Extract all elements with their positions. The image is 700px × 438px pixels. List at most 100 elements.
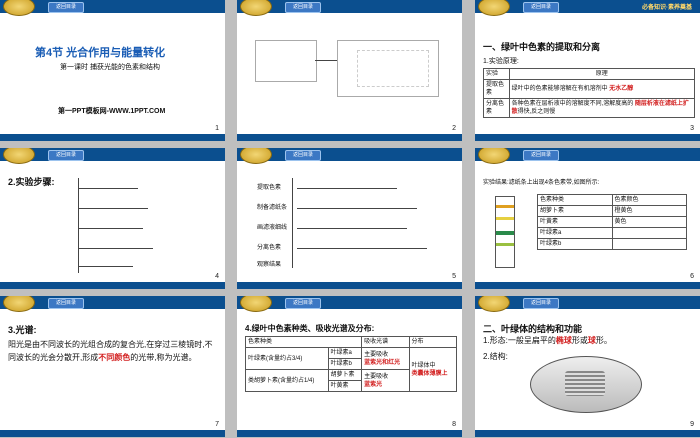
slide-heading: 一、绿叶中色素的提取和分离 <box>483 42 601 52</box>
table-header: 吸收光谱 <box>361 336 410 348</box>
detail-line <box>297 248 427 249</box>
slide-footer-text: 第一PPT模板网-WWW.1PPT.COM <box>58 108 166 115</box>
return-button[interactable]: 返回目录 <box>523 2 559 13</box>
morphology-line: 1.形态:一般呈扁平的椭球形或球形。 <box>483 336 612 345</box>
table-cell: 主要吸收 蓝紫光 <box>361 369 410 392</box>
step-tree-branch <box>78 266 133 267</box>
table-cell: 叶绿素b <box>327 358 363 370</box>
return-button[interactable]: 返回目录 <box>523 298 559 309</box>
logo-icon <box>3 296 35 312</box>
slide-heading: 3.光谱: <box>8 325 37 335</box>
slide-number: 7 <box>215 421 219 428</box>
logo-icon <box>240 296 272 312</box>
thylakoid-stack <box>565 371 605 396</box>
slide-footer-bar <box>0 430 225 437</box>
answer-text: 椭球 <box>555 336 572 345</box>
table-cell: 叶绿素a <box>327 347 363 359</box>
filter-paper-strip <box>495 196 515 268</box>
step-label: 观察结果 <box>257 262 282 268</box>
table-header: 色素种类 <box>244 336 363 348</box>
step-tree-trunk <box>78 178 79 273</box>
slide-header-bar: 返回目录 <box>237 296 462 312</box>
step-label: 分离色素 <box>257 245 282 251</box>
table-cell <box>611 227 687 239</box>
slide-header-bar: 返回目录 <box>475 148 700 164</box>
slide-number: 5 <box>452 273 456 280</box>
concept-map-grid <box>357 50 429 87</box>
logo-icon <box>3 0 35 16</box>
slide-header-bar: 返回目录 <box>475 296 700 312</box>
logo-icon <box>478 148 510 164</box>
principle-table: 实验 原理 提取色素 绿叶中的色素能够溶解在有机溶剂中 无水乙醇 分离色素 各种色素在… <box>483 68 696 118</box>
return-button[interactable]: 返回目录 <box>285 150 321 161</box>
table-header: 色素颜色 <box>611 194 687 206</box>
step-tree-branch <box>78 228 143 229</box>
slide-thumbnail-1[interactable]: 返回目录 第4节 光合作用与能量转化 第一课时 捕获光能的色素和结构 第一PPT… <box>0 0 225 141</box>
slide-heading: 二、叶绿体的结构和功能 <box>483 324 583 334</box>
pigment-absorption-table: 色素种类 吸收光谱 分布 叶绿素(含量约占3/4) 叶绿素a 主要吸收 蓝紫光和红光 叶绿体… <box>244 336 458 392</box>
table-header: 色素种类 <box>537 194 613 206</box>
slide-header-bar: 返回目录 必备知识·素养奠基 <box>475 0 700 16</box>
answer-text: 类囊体薄膜上 <box>411 370 448 377</box>
return-button[interactable]: 返回目录 <box>285 2 321 13</box>
slide-thumbnail-9[interactable]: 返回目录 二、叶绿体的结构和功能 1.形态:一般呈扁平的椭球形或球形。 2.结构… <box>475 296 700 437</box>
return-button[interactable]: 返回目录 <box>48 298 84 309</box>
table-header: 分布 <box>408 336 458 348</box>
slide-header-bar: 返回目录 <box>237 0 462 16</box>
table-cell: 叶绿素b <box>537 238 613 250</box>
slide-footer-bar <box>475 282 700 289</box>
slide-footer-bar <box>0 134 225 141</box>
step-label: 提取色素 <box>257 185 282 191</box>
return-button[interactable]: 返回目录 <box>523 150 559 161</box>
slide-thumbnail-5[interactable]: 返回目录 提取色素 制备滤纸条 画滤液细线 分离色素 观察结果 5 <box>237 148 462 289</box>
table-cell: 胡萝卜素 <box>537 205 613 217</box>
result-caption: 实验结果:滤纸条上出现4条色素带,如图所示: <box>483 180 600 186</box>
table-cell <box>611 238 687 250</box>
structure-label: 2.结构: <box>483 352 508 361</box>
slide-number: 4 <box>215 273 219 280</box>
table-cell: 叶绿体中 类囊体薄膜上 <box>408 347 458 392</box>
table-cell: 叶黄素 <box>537 216 613 228</box>
detail-line <box>297 208 417 209</box>
slide-subheading: 1.实验原理: <box>483 58 519 65</box>
slide-thumbnail-7[interactable]: 返回目录 3.光谱: 阳光是由不同波长的光组合成的复合光,在穿过三棱镜时,不同波… <box>0 296 225 437</box>
slide-thumbnail-2[interactable]: 返回目录 2 <box>237 0 462 141</box>
pigment-band <box>496 217 514 220</box>
section-brand: 必备知识·素养奠基 <box>642 5 692 11</box>
slide-body: 阳光是由不同波长的光组合成的复合光,在穿过三棱镜时,不同波长的光会分散开,形成不… <box>8 340 213 362</box>
table-cell: 类胡萝卜素(含量约占1/4) <box>245 369 329 392</box>
slide-thumbnail-6[interactable]: 返回目录 实验结果:滤纸条上出现4条色素带,如图所示: 色素种类 色素颜色 胡萝卜… <box>475 148 700 289</box>
answer-text: 不同颜色 <box>98 353 131 362</box>
table-header: 实验 <box>483 68 510 80</box>
slide-footer-bar <box>237 134 462 141</box>
slide-footer-bar <box>475 134 700 141</box>
pigment-table: 色素种类 色素颜色 胡萝卜素 橙黄色 叶黄素 黄色 叶绿素a 叶绿素b <box>537 194 687 250</box>
table-cell: 叶绿素a <box>537 227 613 239</box>
slide-thumbnail-3[interactable]: 返回目录 必备知识·素养奠基 一、绿叶中色素的提取和分离 1.实验原理: 实验 原理… <box>475 0 700 141</box>
slide-footer-bar <box>237 430 462 437</box>
table-cell: 橙黄色 <box>611 205 687 217</box>
slide-footer-bar <box>237 282 462 289</box>
table-cell: 各种色素在层析液中的溶解度不同,溶解度高的 随层析液在滤纸上扩散得快,反之则慢 <box>508 98 696 118</box>
logo-icon <box>3 148 35 164</box>
slide-thumbnail-8[interactable]: 返回目录 4.绿叶中色素种类、吸收光谱及分布: 色素种类 吸收光谱 分布 叶绿素(含… <box>237 296 462 437</box>
logo-icon <box>478 0 510 16</box>
answer-text: 无水乙醇 <box>609 86 634 92</box>
table-cell: 黄色 <box>611 216 687 228</box>
slide-number: 8 <box>452 421 456 428</box>
table-cell: 叶黄素 <box>327 380 363 392</box>
slide-number: 2 <box>452 125 456 132</box>
table-cell: 分离色素 <box>483 98 510 118</box>
return-button[interactable]: 返回目录 <box>285 298 321 309</box>
detail-line <box>297 188 397 189</box>
answer-text: 球 <box>587 336 596 345</box>
return-button[interactable]: 返回目录 <box>48 150 84 161</box>
connector-line <box>315 60 337 61</box>
slide-title: 第4节 光合作用与能量转化 <box>35 47 166 59</box>
slide-thumbnail-4[interactable]: 返回目录 2.实验步骤: 4 <box>0 148 225 289</box>
table-cell: 主要吸收 蓝紫光和红光 <box>361 347 410 370</box>
pigment-band <box>496 205 514 208</box>
slide-header-bar: 返回目录 <box>0 296 225 312</box>
return-button[interactable]: 返回目录 <box>48 2 84 13</box>
logo-icon <box>478 296 510 312</box>
